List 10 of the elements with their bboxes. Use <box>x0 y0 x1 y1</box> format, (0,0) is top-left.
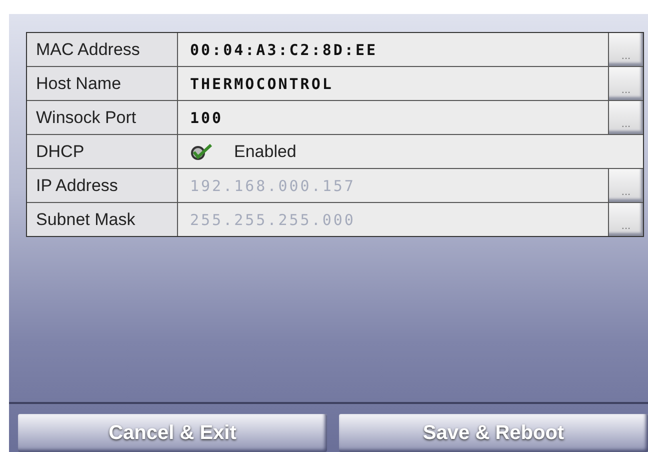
browse-button[interactable]: ... <box>608 67 643 100</box>
cancel-button[interactable]: Cancel & Exit <box>18 414 327 452</box>
browse-button[interactable]: ... <box>608 101 643 134</box>
browse-button[interactable]: ... <box>608 33 643 66</box>
value-field[interactable]: THERMOCONTROL <box>178 67 608 100</box>
checkmark-icon[interactable] <box>190 142 214 160</box>
value-field[interactable]: 00:04:A3:C2:8D:EE <box>178 33 608 66</box>
checkbox-label: Enabled <box>234 142 296 162</box>
value-field[interactable]: 100 <box>178 101 608 134</box>
save-button[interactable]: Save & Reboot <box>339 414 648 452</box>
